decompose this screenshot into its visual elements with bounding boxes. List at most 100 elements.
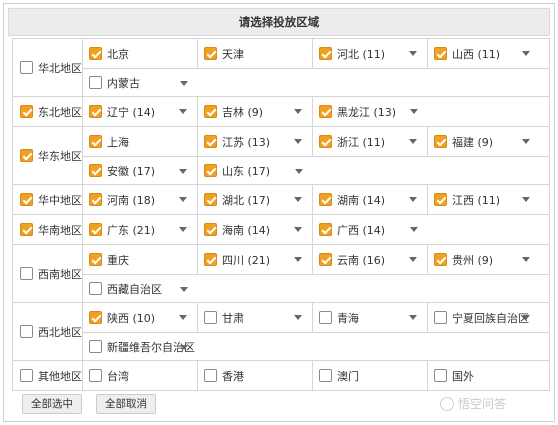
checkbox-checked-icon[interactable]	[89, 164, 102, 177]
checkbox-checked-icon[interactable]	[434, 47, 447, 60]
region-checkbox[interactable]: 西南地区	[20, 266, 82, 282]
checkbox-checked-icon[interactable]	[434, 253, 447, 266]
province-item[interactable]: 宁夏回族自治区	[428, 303, 540, 332]
region-checkbox[interactable]: 华东地区	[20, 148, 82, 164]
dropdown-caret-icon[interactable]	[522, 51, 530, 56]
checkbox-unchecked-icon[interactable]	[204, 311, 217, 324]
province-item[interactable]: 江西 (11)	[428, 185, 540, 214]
province-item[interactable]: 江苏 (13)	[198, 127, 313, 156]
region-checkbox[interactable]: 华南地区	[20, 222, 82, 238]
dropdown-caret-icon[interactable]	[295, 169, 303, 174]
checkbox-unchecked-icon[interactable]	[434, 311, 447, 324]
dropdown-caret-icon[interactable]	[179, 227, 187, 232]
checkbox-checked-icon[interactable]	[89, 193, 102, 206]
province-item[interactable]: 四川 (21)	[198, 245, 313, 274]
province-item[interactable]: 辽宁 (14)	[83, 97, 198, 126]
checkbox-checked-icon[interactable]	[434, 135, 447, 148]
checkbox-checked-icon[interactable]	[204, 253, 217, 266]
dropdown-caret-icon[interactable]	[522, 257, 530, 262]
province-item[interactable]: 海南 (14)	[198, 215, 313, 244]
checkbox-unchecked-icon[interactable]	[20, 325, 33, 338]
region-checkbox[interactable]: 华中地区	[20, 192, 82, 208]
checkbox-unchecked-icon[interactable]	[89, 369, 102, 382]
checkbox-checked-icon[interactable]	[20, 149, 33, 162]
checkbox-checked-icon[interactable]	[319, 135, 332, 148]
province-item[interactable]: 香港	[198, 361, 313, 390]
province-item[interactable]: 河北 (11)	[313, 39, 428, 68]
checkbox-checked-icon[interactable]	[89, 311, 102, 324]
checkbox-checked-icon[interactable]	[319, 253, 332, 266]
checkbox-checked-icon[interactable]	[204, 47, 217, 60]
checkbox-checked-icon[interactable]	[89, 223, 102, 236]
dropdown-caret-icon[interactable]	[179, 109, 187, 114]
dropdown-caret-icon[interactable]	[409, 315, 417, 320]
dropdown-caret-icon[interactable]	[409, 257, 417, 262]
dropdown-caret-icon[interactable]	[410, 109, 418, 114]
province-item[interactable]: 山西 (11)	[428, 39, 540, 68]
dropdown-caret-icon[interactable]	[179, 169, 187, 174]
dropdown-caret-icon[interactable]	[294, 315, 302, 320]
region-checkbox[interactable]: 西北地区	[20, 324, 82, 340]
dropdown-caret-icon[interactable]	[180, 345, 188, 350]
province-item[interactable]: 黑龙江 (13)	[313, 97, 428, 126]
checkbox-unchecked-icon[interactable]	[20, 267, 33, 280]
province-item[interactable]: 贵州 (9)	[428, 245, 540, 274]
province-item[interactable]: 浙江 (11)	[313, 127, 428, 156]
province-item[interactable]: 青海	[313, 303, 428, 332]
province-item[interactable]: 河南 (18)	[83, 185, 198, 214]
checkbox-unchecked-icon[interactable]	[319, 369, 332, 382]
dropdown-caret-icon[interactable]	[409, 197, 417, 202]
checkbox-checked-icon[interactable]	[204, 223, 217, 236]
dropdown-caret-icon[interactable]	[294, 227, 302, 232]
province-item[interactable]: 澳门	[313, 361, 428, 390]
province-item[interactable]: 湖南 (14)	[313, 185, 428, 214]
checkbox-unchecked-icon[interactable]	[89, 76, 102, 89]
dropdown-caret-icon[interactable]	[179, 315, 187, 320]
deselect-all-button[interactable]: 全部取消	[96, 394, 156, 414]
region-checkbox[interactable]: 东北地区	[20, 104, 82, 120]
checkbox-unchecked-icon[interactable]	[319, 311, 332, 324]
checkbox-checked-icon[interactable]	[204, 164, 217, 177]
province-item[interactable]: 北京	[83, 39, 198, 68]
province-item[interactable]: 重庆	[83, 245, 198, 274]
checkbox-checked-icon[interactable]	[20, 105, 33, 118]
checkbox-checked-icon[interactable]	[204, 135, 217, 148]
province-item[interactable]: 国外	[428, 361, 540, 390]
dropdown-caret-icon[interactable]	[410, 227, 418, 232]
checkbox-unchecked-icon[interactable]	[89, 340, 102, 353]
province-item[interactable]: 西藏自治区	[83, 275, 198, 302]
dropdown-caret-icon[interactable]	[522, 139, 530, 144]
dropdown-caret-icon[interactable]	[180, 287, 188, 292]
checkbox-unchecked-icon[interactable]	[434, 369, 447, 382]
dropdown-caret-icon[interactable]	[180, 81, 188, 86]
province-item[interactable]: 福建 (9)	[428, 127, 540, 156]
dropdown-caret-icon[interactable]	[409, 139, 417, 144]
dropdown-caret-icon[interactable]	[294, 257, 302, 262]
checkbox-checked-icon[interactable]	[319, 105, 332, 118]
province-item[interactable]: 甘肃	[198, 303, 313, 332]
province-item[interactable]: 新疆维吾尔自治区	[83, 333, 198, 360]
dropdown-caret-icon[interactable]	[294, 139, 302, 144]
checkbox-checked-icon[interactable]	[20, 193, 33, 206]
checkbox-unchecked-icon[interactable]	[204, 369, 217, 382]
province-item[interactable]: 安徽 (17)	[83, 157, 198, 184]
checkbox-unchecked-icon[interactable]	[89, 282, 102, 295]
dropdown-caret-icon[interactable]	[179, 197, 187, 202]
province-item[interactable]: 广西 (14)	[313, 215, 428, 244]
checkbox-checked-icon[interactable]	[20, 223, 33, 236]
province-item[interactable]: 上海	[83, 127, 198, 156]
province-item[interactable]: 湖北 (17)	[198, 185, 313, 214]
dropdown-caret-icon[interactable]	[294, 197, 302, 202]
province-item[interactable]: 山东 (17)	[198, 157, 313, 184]
province-item[interactable]: 云南 (16)	[313, 245, 428, 274]
checkbox-unchecked-icon[interactable]	[20, 61, 33, 74]
checkbox-checked-icon[interactable]	[89, 135, 102, 148]
province-item[interactable]: 台湾	[83, 361, 198, 390]
province-item[interactable]: 陕西 (10)	[83, 303, 198, 332]
region-checkbox[interactable]: 华北地区	[20, 60, 82, 76]
checkbox-checked-icon[interactable]	[204, 105, 217, 118]
province-item[interactable]: 吉林 (9)	[198, 97, 313, 126]
dropdown-caret-icon[interactable]	[409, 51, 417, 56]
dropdown-caret-icon[interactable]	[294, 109, 302, 114]
checkbox-unchecked-icon[interactable]	[20, 369, 33, 382]
